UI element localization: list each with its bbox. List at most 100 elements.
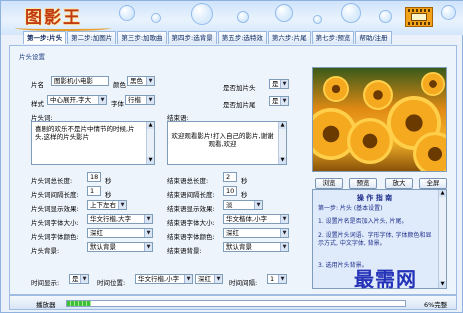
header-font-size-label: 片头词字体大小:: [31, 219, 79, 227]
chevron-down-icon[interactable]: ▼: [146, 77, 154, 85]
tab-step3-music[interactable]: 第三步:加歌曲: [117, 31, 167, 44]
chevron-down-icon[interactable]: ▼: [118, 201, 126, 209]
chevron-down-icon[interactable]: ▼: [144, 229, 152, 237]
flower-shape: [363, 80, 393, 110]
browse-button[interactable]: 浏览: [315, 178, 343, 189]
header-duration-input[interactable]: 18: [87, 172, 101, 182]
chevron-down-icon[interactable]: ▼: [280, 215, 288, 223]
bubble-decoration: [313, 15, 322, 24]
header-background-select[interactable]: 默认背景 ▼: [87, 242, 153, 252]
add-header-label: 是否加片头: [223, 84, 256, 92]
scroll-up-icon[interactable]: ▲: [439, 190, 446, 197]
footer-effect-label: 结束语显示效果:: [167, 205, 215, 213]
tab-step6-footer[interactable]: 第六步:片尾: [267, 31, 311, 44]
footer-text-area[interactable]: 欢迎观看影片!打入自己的影片,谢谢观看,欢迎 ▲ ▼: [167, 121, 287, 165]
footer-background-label: 结束语背景:: [167, 247, 202, 255]
chevron-down-icon[interactable]: ▼: [254, 201, 262, 209]
footer-interval-unit: 秒: [241, 191, 248, 199]
time-interval-select[interactable]: 1 ▼: [267, 274, 287, 284]
footer-font-color-select[interactable]: 深红 ▼: [223, 228, 289, 238]
footer-duration-input[interactable]: 2: [223, 172, 237, 182]
preview-button[interactable]: 预览: [349, 178, 377, 189]
style-label: 样式: [31, 100, 44, 108]
bubble-decoration: [275, 4, 293, 22]
bubble-decoration: [191, 3, 213, 25]
progress-fill: [67, 301, 91, 306]
chevron-down-icon[interactable]: ▼: [280, 97, 288, 105]
add-footer-select[interactable]: 是 ▼: [269, 96, 289, 106]
title-input[interactable]: 图影机小电影: [51, 76, 109, 86]
zoom-button[interactable]: 放大: [385, 178, 413, 189]
scroll-down-icon[interactable]: ▼: [147, 157, 154, 164]
title-color-select[interactable]: 黑色 ▼: [127, 76, 155, 86]
add-footer-label: 是否加片尾: [223, 101, 256, 109]
tab-step2-images[interactable]: 第二步:加图片: [67, 31, 117, 44]
tab-step4-background[interactable]: 第四步:选背景: [167, 31, 217, 44]
step-tabs: 第一步:片头 第二步:加图片 第三步:加歌曲 第四步:选背景 第五步:选特效 第…: [23, 31, 392, 45]
font-label: 字体: [111, 100, 124, 108]
chevron-down-icon[interactable]: ▼: [184, 275, 192, 283]
watermark-text: 最需网: [354, 267, 417, 291]
chevron-down-icon[interactable]: ▼: [280, 80, 288, 88]
footer-interval-input[interactable]: 10: [223, 186, 237, 196]
header-interval-unit: 秒: [105, 191, 112, 199]
chevron-down-icon[interactable]: ▼: [144, 243, 152, 251]
bubble-decoration: [119, 5, 135, 21]
chevron-down-icon[interactable]: ▼: [214, 275, 222, 283]
chevron-down-icon[interactable]: ▼: [146, 96, 154, 104]
header-font-color-label: 片头词字体颜色:: [31, 233, 79, 241]
app-window: 图影王 第一步:片头 第二步:加图片 第三步:加歌曲 第四步:选背景 第五步:选…: [0, 0, 463, 313]
time-display-select[interactable]: 是 ▼: [69, 274, 89, 284]
header-interval-label: 片头词间隔长度:: [31, 191, 79, 199]
time-color-select[interactable]: 深红 ▼: [195, 274, 223, 284]
chevron-down-icon[interactable]: ▼: [280, 229, 288, 237]
footer-duration-label: 结束语总长度:: [167, 177, 209, 185]
chevron-down-icon[interactable]: ▼: [80, 275, 88, 283]
chevron-down-icon[interactable]: ▼: [98, 96, 106, 104]
footer-font-size-select[interactable]: 华文楷体,小字 ▼: [223, 214, 289, 224]
tab-help-register[interactable]: 帮助/注册: [355, 31, 392, 44]
scroll-down-icon[interactable]: ▼: [279, 157, 286, 164]
header-interval-input[interactable]: 1: [87, 186, 101, 196]
chevron-down-icon[interactable]: ▼: [144, 215, 152, 223]
scroll-down-icon[interactable]: ▼: [439, 281, 446, 288]
time-display-label: 时间显示:: [31, 279, 60, 287]
scroll-up-icon[interactable]: ▲: [147, 122, 154, 129]
header-text-scrollbar[interactable]: ▲ ▼: [146, 122, 154, 164]
header-effect-select[interactable]: 上下左右 ▼: [87, 200, 127, 210]
header-font-size-select[interactable]: 华文行楷,大字 ▼: [87, 214, 153, 224]
time-interval-label: 时间间隔:: [229, 279, 258, 287]
footer-background-select[interactable]: 默认背景 ▼: [223, 242, 289, 252]
preview-image: [312, 67, 447, 172]
progress-bar: [66, 300, 406, 307]
header-duration-unit: 秒: [105, 177, 112, 185]
flower-shape: [413, 132, 446, 171]
tab-step7-preview[interactable]: 第七步:预览: [311, 31, 355, 44]
style-select[interactable]: 中心展开,字大 ▼: [47, 95, 107, 105]
header-duration-label: 片头词总长度:: [31, 177, 73, 185]
help-line: 1. 设置片名是否加入片头, 片尾。: [318, 218, 408, 225]
time-font-select[interactable]: 华文行楷,小字 ▼: [135, 274, 193, 284]
tab-step5-effects[interactable]: 第五步:选特效: [217, 31, 267, 44]
header-text-area[interactable]: 喜剧的欢乐不是片中情节的时候,片头,这样的片头影片 ▲ ▼: [31, 121, 155, 165]
help-line: 第一步: 片头 (基本设置): [318, 205, 383, 212]
add-header-select[interactable]: 是 ▼: [269, 79, 289, 89]
chevron-down-icon[interactable]: ▼: [280, 243, 288, 251]
flower-shape: [421, 72, 445, 96]
header-effect-label: 片头词显示效果:: [31, 205, 79, 213]
help-scrollbar[interactable]: ▲ ▼: [438, 190, 446, 288]
header-font-color-select[interactable]: 深红 ▼: [87, 228, 153, 238]
footer-text-scrollbar[interactable]: ▲ ▼: [278, 122, 286, 164]
time-position-label: 时间位置:: [97, 279, 126, 287]
tab-step1-header[interactable]: 第一步:片头: [23, 31, 67, 44]
scroll-up-icon[interactable]: ▲: [279, 122, 286, 129]
chevron-down-icon[interactable]: ▼: [278, 275, 286, 283]
footer-duration-unit: 秒: [241, 177, 248, 185]
footer-effect-select[interactable]: 淡 ▼: [223, 200, 263, 210]
fullscreen-button[interactable]: 全屏: [419, 178, 447, 189]
help-title: 操 作 指 南: [356, 194, 393, 202]
player-label: 播放器: [36, 301, 56, 309]
bubble-decoration: [151, 13, 161, 23]
bubble-decoration: [379, 10, 392, 23]
font-select[interactable]: 行楷 ▼: [125, 95, 155, 105]
